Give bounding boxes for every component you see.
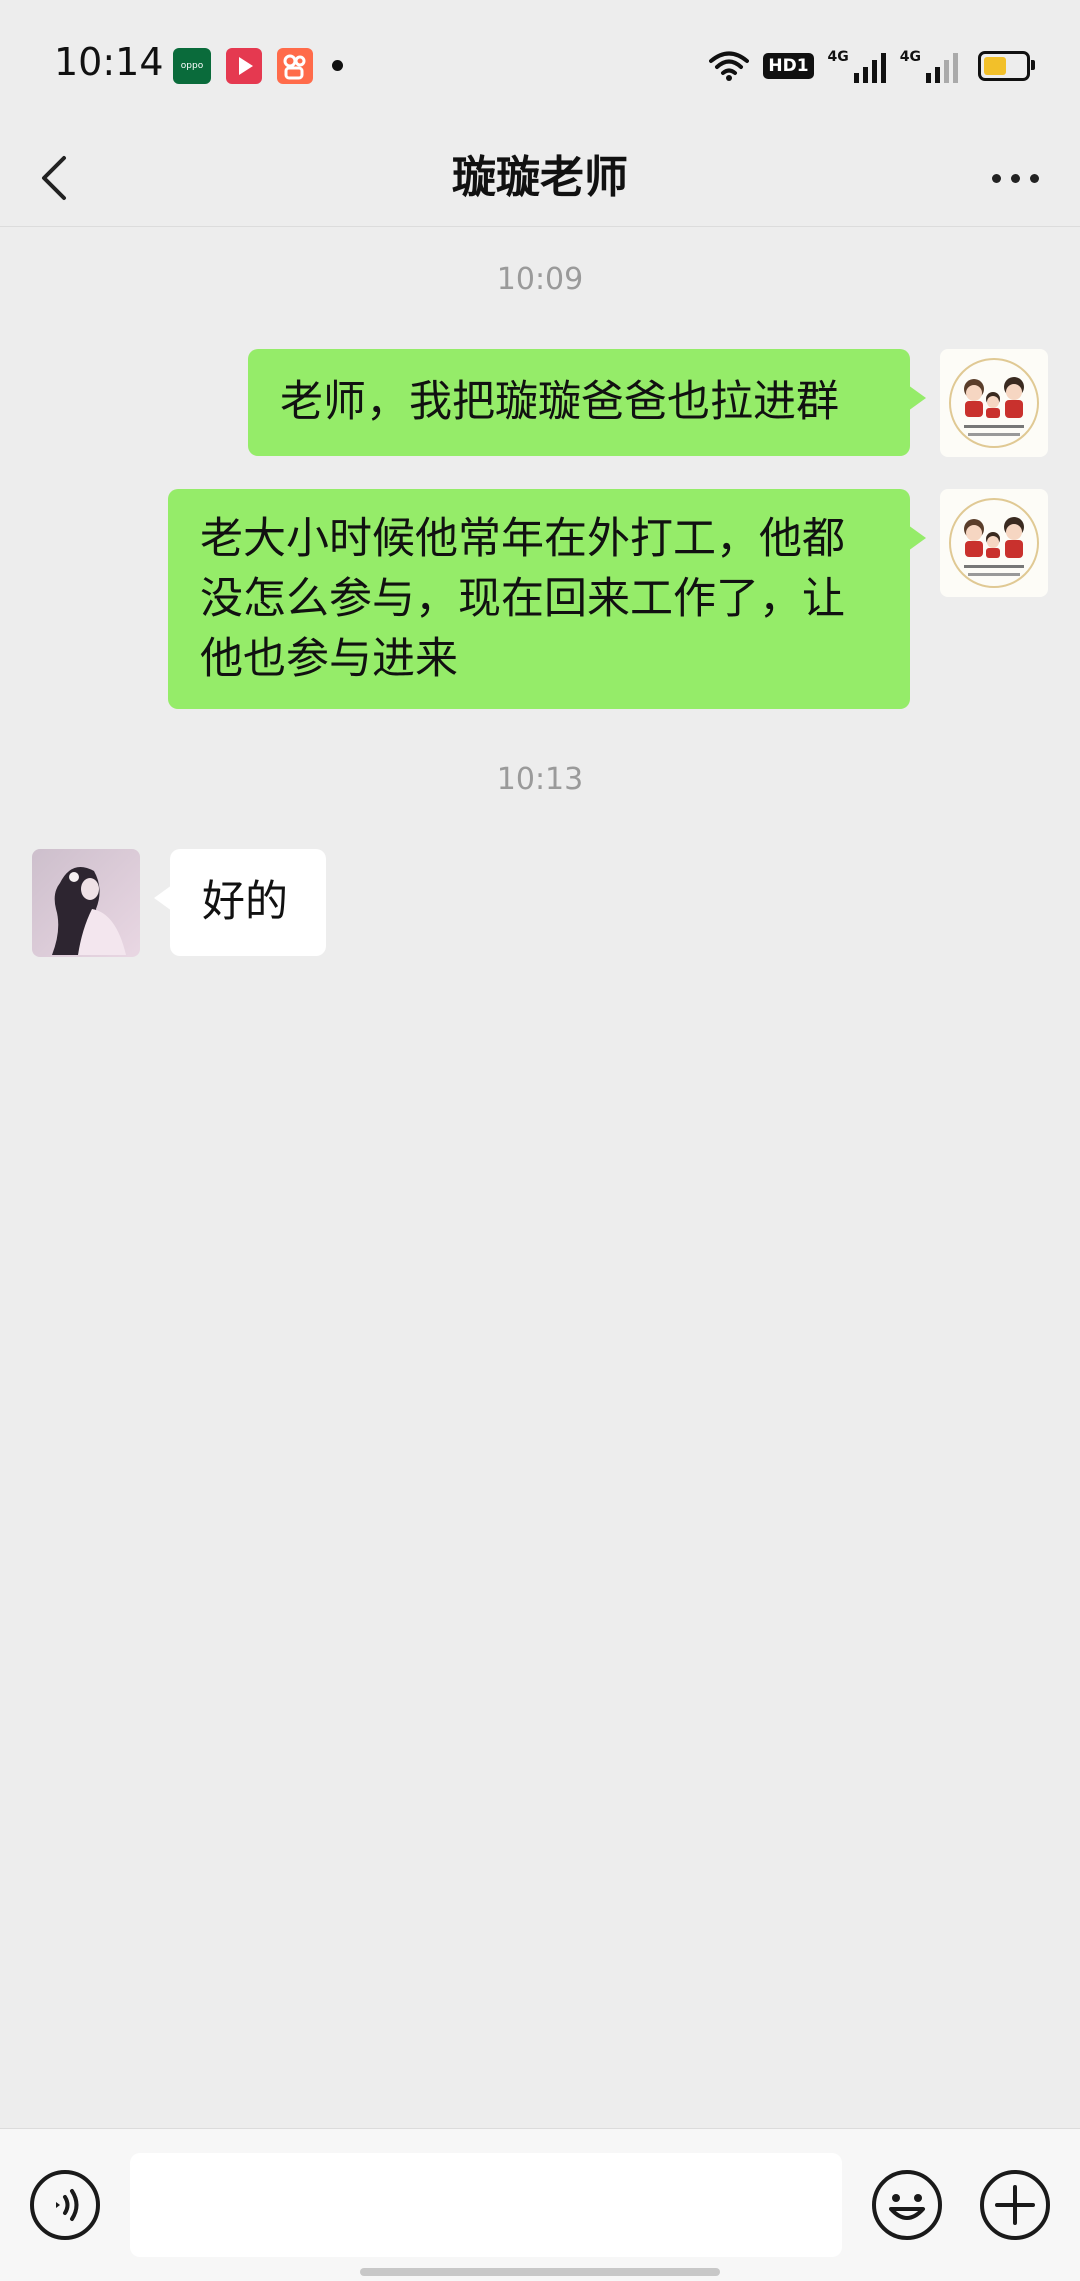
voice-button[interactable] bbox=[29, 2169, 101, 2241]
incoming-message-bubble[interactable]: 好的 bbox=[154, 849, 326, 956]
timestamp: 10:13 bbox=[496, 762, 584, 797]
timestamp: 10:09 bbox=[496, 262, 584, 297]
status-indicators: HD1 4G 4G bbox=[709, 46, 1035, 86]
emoji-button[interactable] bbox=[871, 2169, 943, 2241]
notification-dot-icon bbox=[332, 60, 343, 71]
voice-input-icon bbox=[30, 2170, 100, 2240]
message-text: 老大小时候他常年在外打工，他都没怎么参与，现在回来工作了，让他也参与进来 bbox=[200, 514, 845, 684]
back-button[interactable] bbox=[30, 150, 86, 206]
status-time: 10:14 bbox=[54, 40, 164, 84]
outgoing-message-bubble[interactable]: 老大小时候他常年在外打工，他都没怎么参与，现在回来工作了，让他也参与进来 bbox=[168, 489, 926, 709]
hd-voice-icon: HD1 bbox=[763, 53, 814, 79]
battery-icon bbox=[978, 51, 1035, 81]
family-cartoon-avatar-image bbox=[940, 489, 1048, 597]
video-app-icon bbox=[226, 48, 262, 84]
more-dot bbox=[991, 173, 1001, 183]
home-indicator[interactable] bbox=[360, 2268, 720, 2276]
more-functions-button[interactable] bbox=[979, 2169, 1051, 2241]
plus-icon bbox=[980, 2170, 1050, 2240]
my-avatar[interactable] bbox=[940, 489, 1048, 597]
my-avatar[interactable] bbox=[940, 349, 1048, 457]
outgoing-message-bubble[interactable]: 老师，我把璇璇爸爸也拉进群 bbox=[248, 349, 926, 456]
more-dot bbox=[1029, 173, 1039, 183]
contact-avatar[interactable] bbox=[32, 849, 140, 957]
contact-photo-image bbox=[32, 849, 140, 957]
battery-level bbox=[984, 57, 1006, 75]
more-button[interactable] bbox=[980, 150, 1050, 206]
kuaishou-app-icon bbox=[277, 48, 313, 84]
status-bar: 10:14 oppo HD1 4G 4G bbox=[0, 0, 1080, 130]
input-bar bbox=[0, 2128, 1080, 2281]
oppo-app-icon: oppo bbox=[173, 48, 211, 84]
message-text: 老师，我把璇璇爸爸也拉进群 bbox=[280, 377, 839, 427]
signal-1-icon: 4G bbox=[828, 49, 886, 83]
wifi-icon bbox=[709, 51, 750, 81]
family-cartoon-avatar-image bbox=[940, 349, 1048, 457]
more-dot bbox=[1010, 173, 1020, 183]
chevron-left-icon bbox=[42, 156, 66, 200]
chat-title: 璇璇老师 bbox=[452, 152, 628, 203]
message-input[interactable] bbox=[130, 2153, 842, 2257]
chat-header: 璇璇老师 bbox=[0, 130, 1080, 227]
message-text: 好的 bbox=[202, 877, 288, 927]
signal-2-icon: 4G bbox=[900, 49, 958, 83]
emoji-icon bbox=[872, 2170, 942, 2240]
